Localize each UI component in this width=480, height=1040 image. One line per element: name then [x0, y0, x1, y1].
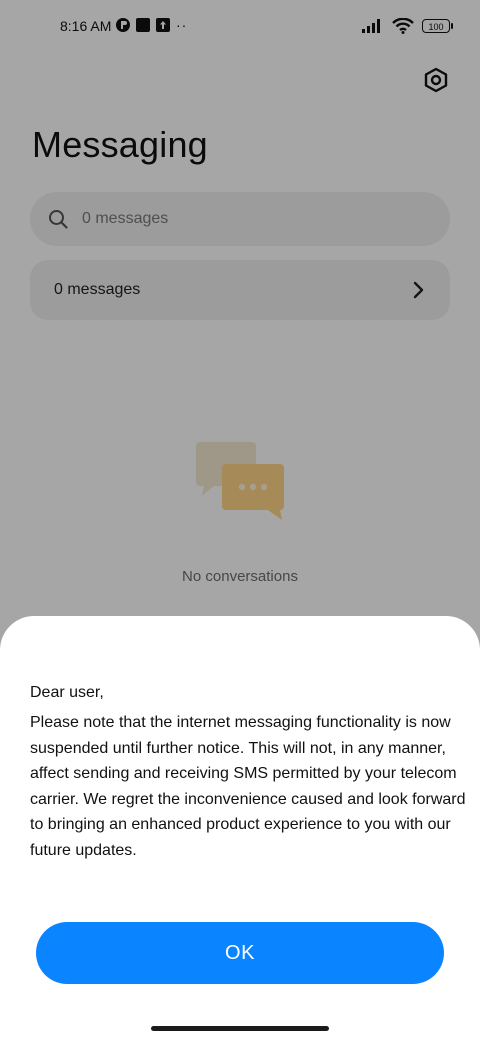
- home-indicator[interactable]: [151, 1026, 329, 1031]
- dialog-greeting: Dear user,: [30, 684, 104, 701]
- ok-button[interactable]: OK: [36, 922, 444, 984]
- dialog-message: Please note that the internet messaging …: [30, 714, 466, 859]
- notice-dialog: Dear user, Please note that the internet…: [0, 616, 480, 1040]
